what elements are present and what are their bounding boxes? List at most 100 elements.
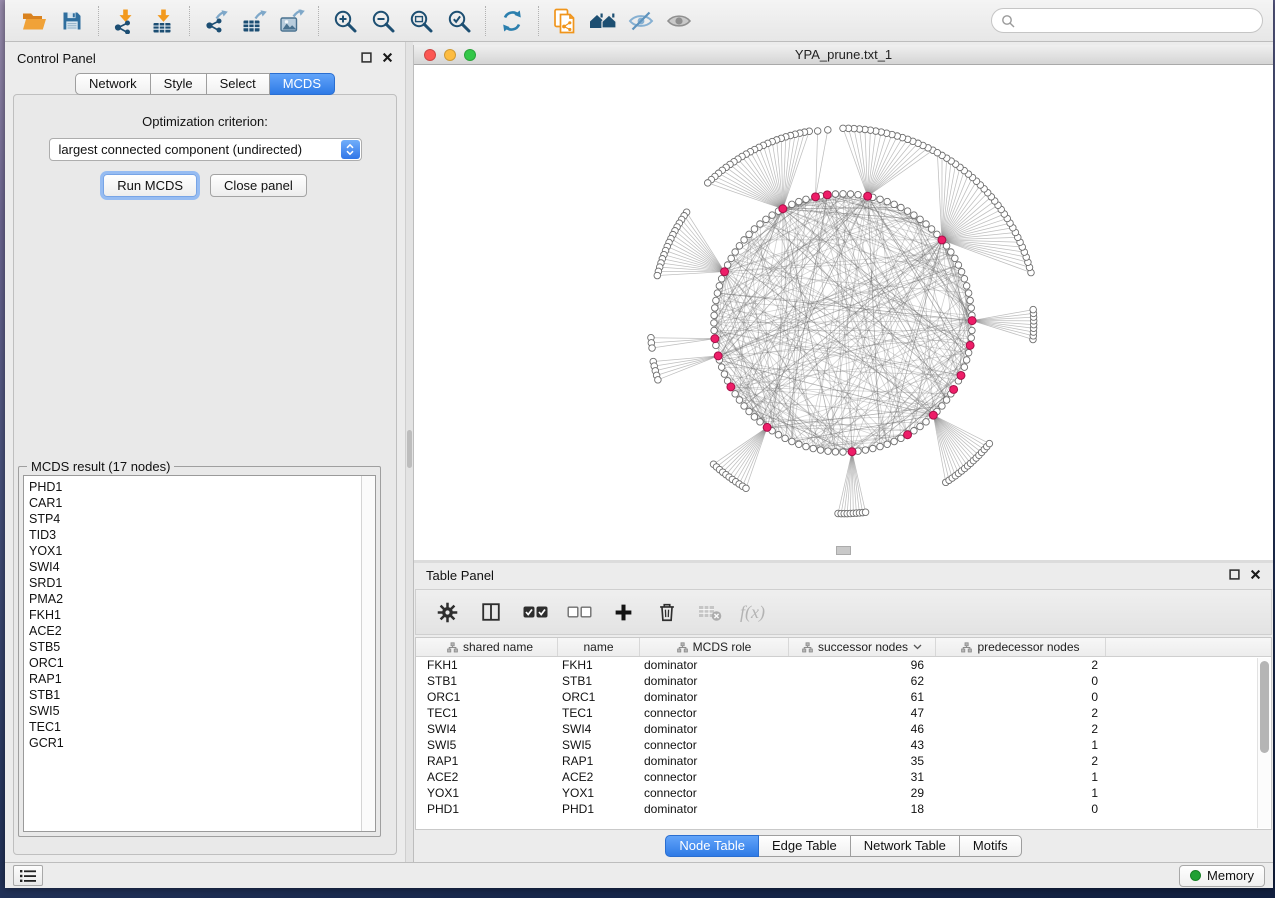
mcds-result-item[interactable]: PHD1 <box>29 479 361 495</box>
table-cell[interactable]: ACE2 <box>558 769 640 785</box>
maximize-window-icon[interactable] <box>464 49 476 61</box>
table-scrollbar[interactable] <box>1257 658 1270 828</box>
table-cell[interactable]: 0 <box>936 801 1106 817</box>
table-cell[interactable]: 2 <box>936 753 1106 769</box>
table-row[interactable]: SWI4SWI4dominator462 <box>416 721 1271 737</box>
table-cell[interactable]: 62 <box>789 673 936 689</box>
mcds-result-item[interactable]: STB1 <box>29 687 361 703</box>
mcds-result-item[interactable]: TEC1 <box>29 719 361 735</box>
table-cell[interactable]: 96 <box>789 657 936 673</box>
first-neighbors-button[interactable] <box>584 4 622 38</box>
zoom-selected-button[interactable] <box>440 4 478 38</box>
zoom-out-button[interactable] <box>364 4 402 38</box>
table-cell[interactable]: 46 <box>789 721 936 737</box>
table-cell[interactable]: 1 <box>936 785 1106 801</box>
column-header-name[interactable]: name <box>558 638 640 656</box>
table-cell[interactable]: 31 <box>789 769 936 785</box>
export-network-button[interactable] <box>197 4 235 38</box>
criterion-dropdown[interactable]: largest connected component (undirected) <box>49 138 362 161</box>
table-cell[interactable]: 35 <box>789 753 936 769</box>
table-cell[interactable]: 1 <box>936 769 1106 785</box>
mcds-result-item[interactable]: SWI4 <box>29 559 361 575</box>
float-panel-icon[interactable] <box>361 51 372 66</box>
task-history-button[interactable] <box>13 865 43 886</box>
close-table-panel-icon[interactable] <box>1250 568 1261 583</box>
tab-style[interactable]: Style <box>151 73 207 95</box>
search-box[interactable] <box>991 8 1263 33</box>
apply-layout-button[interactable] <box>493 4 531 38</box>
close-panel-icon[interactable] <box>382 51 393 66</box>
export-image-button[interactable] <box>273 4 311 38</box>
table-cell[interactable]: 2 <box>936 705 1106 721</box>
column-header-successor-nodes[interactable]: successor nodes <box>789 638 936 656</box>
mcds-result-item[interactable]: CAR1 <box>29 495 361 511</box>
show-all-button[interactable] <box>660 4 698 38</box>
table-cell[interactable]: PHD1 <box>423 801 558 817</box>
mcds-result-item[interactable]: PMA2 <box>29 591 361 607</box>
table-scrollbar-thumb[interactable] <box>1260 661 1269 753</box>
table-cell[interactable]: 0 <box>936 689 1106 705</box>
table-settings-button[interactable] <box>430 595 464 629</box>
close-panel-button[interactable]: Close panel <box>210 174 307 197</box>
table-cell[interactable]: 43 <box>789 737 936 753</box>
table-cell[interactable]: 29 <box>789 785 936 801</box>
network-from-selection-button[interactable] <box>546 4 584 38</box>
network-graph[interactable] <box>414 65 1273 560</box>
table-cell[interactable]: SWI4 <box>423 721 558 737</box>
table-cell[interactable]: FKH1 <box>558 657 640 673</box>
table-cell[interactable]: ORC1 <box>423 689 558 705</box>
table-cell[interactable]: connector <box>640 769 789 785</box>
open-file-button[interactable] <box>15 4 53 38</box>
run-mcds-button[interactable]: Run MCDS <box>103 174 197 197</box>
table-tab-network-table[interactable]: Network Table <box>851 835 960 857</box>
table-cell[interactable]: RAP1 <box>558 753 640 769</box>
table-row[interactable]: YOX1YOX1connector291 <box>416 785 1271 801</box>
import-network-button[interactable] <box>106 4 144 38</box>
tab-mcds[interactable]: MCDS <box>270 73 335 95</box>
table-row[interactable]: ORC1ORC1dominator610 <box>416 689 1271 705</box>
table-row[interactable]: SWI5SWI5connector431 <box>416 737 1271 753</box>
save-session-button[interactable] <box>53 4 91 38</box>
zoom-in-button[interactable] <box>326 4 364 38</box>
float-table-panel-icon[interactable] <box>1229 568 1240 583</box>
column-header-MCDS-role[interactable]: MCDS role <box>640 638 789 656</box>
table-row[interactable]: TEC1TEC1connector472 <box>416 705 1271 721</box>
search-input[interactable] <box>1021 13 1253 28</box>
split-columns-button[interactable] <box>474 595 508 629</box>
panel-divider[interactable] <box>405 42 413 862</box>
mcds-result-item[interactable]: YOX1 <box>29 543 361 559</box>
zoom-fit-button[interactable] <box>402 4 440 38</box>
deselect-all-button[interactable] <box>562 595 596 629</box>
table-cell[interactable]: SWI5 <box>423 737 558 753</box>
table-cell[interactable]: 1 <box>936 737 1106 753</box>
table-cell[interactable]: RAP1 <box>423 753 558 769</box>
delete-table-button[interactable] <box>694 595 728 629</box>
table-cell[interactable]: ACE2 <box>423 769 558 785</box>
divider-handle[interactable] <box>407 430 412 468</box>
hide-selected-button[interactable] <box>622 4 660 38</box>
table-cell[interactable]: ORC1 <box>558 689 640 705</box>
table-cell[interactable]: dominator <box>640 721 789 737</box>
minimize-window-icon[interactable] <box>444 49 456 61</box>
table-cell[interactable]: TEC1 <box>558 705 640 721</box>
table-cell[interactable]: STB1 <box>423 673 558 689</box>
table-cell[interactable]: 2 <box>936 657 1106 673</box>
table-cell[interactable]: YOX1 <box>423 785 558 801</box>
table-cell[interactable]: dominator <box>640 673 789 689</box>
table-cell[interactable]: STB1 <box>558 673 640 689</box>
table-row[interactable]: RAP1RAP1dominator352 <box>416 753 1271 769</box>
network-hscroll-thumb[interactable] <box>836 546 851 555</box>
mcds-result-item[interactable]: ACE2 <box>29 623 361 639</box>
table-cell[interactable]: 47 <box>789 705 936 721</box>
mcds-result-item[interactable]: ORC1 <box>29 655 361 671</box>
mcds-result-scrollbar[interactable] <box>361 476 375 831</box>
network-canvas[interactable] <box>414 65 1273 560</box>
table-row[interactable]: ACE2ACE2connector311 <box>416 769 1271 785</box>
table-row[interactable]: PHD1PHD1dominator180 <box>416 801 1271 817</box>
table-cell[interactable]: PHD1 <box>558 801 640 817</box>
table-cell[interactable]: FKH1 <box>423 657 558 673</box>
table-cell[interactable]: dominator <box>640 689 789 705</box>
table-cell[interactable]: 2 <box>936 721 1106 737</box>
add-row-button[interactable] <box>606 595 640 629</box>
table-cell[interactable]: SWI4 <box>558 721 640 737</box>
